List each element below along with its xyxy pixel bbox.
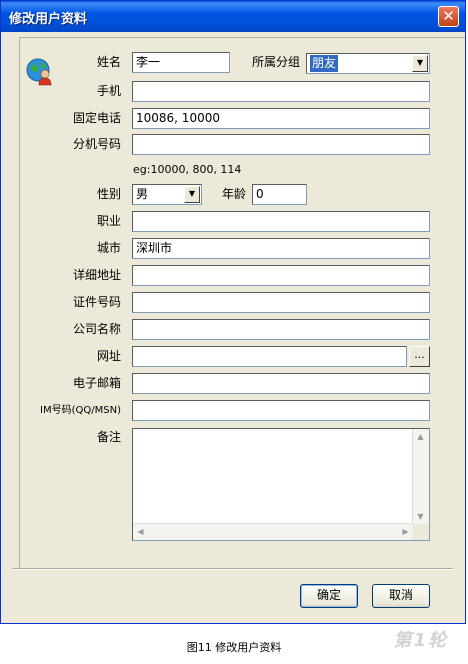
id-number-input[interactable]: [132, 292, 430, 313]
scroll-up-icon[interactable]: ▲: [413, 429, 428, 444]
scroll-left-icon[interactable]: ◀: [133, 524, 148, 539]
chevron-down-icon[interactable]: ▼: [184, 186, 200, 203]
city-value: 深圳市: [136, 241, 173, 255]
button-separator: [13, 568, 453, 570]
chevron-down-icon[interactable]: ▼: [412, 55, 428, 72]
gender-value: 男: [136, 187, 149, 201]
dialog-body: 姓名 李一 所属分组 朋友 ▼ 手机 固定电话 10086, 10000 分机号…: [4, 32, 465, 620]
im-input[interactable]: [132, 400, 430, 421]
notes-horizontal-scrollbar[interactable]: ◀ ▶: [133, 523, 413, 540]
job-input[interactable]: [132, 211, 430, 232]
address-input[interactable]: [132, 265, 430, 286]
notes-textarea[interactable]: ▲ ▼ ◀ ▶: [132, 428, 430, 541]
job-label: 职业: [96, 214, 121, 228]
notes-vertical-scrollbar[interactable]: ▲ ▼: [412, 429, 429, 524]
cancel-button[interactable]: 取消: [372, 584, 430, 608]
notes-label: 备注: [96, 430, 121, 444]
name-label: 姓名: [96, 55, 121, 69]
phone-value: 10086, 10000: [136, 111, 220, 125]
group-select[interactable]: 朋友 ▼: [306, 53, 430, 74]
city-label: 城市: [96, 241, 121, 255]
address-label: 详细地址: [72, 268, 121, 282]
mobile-input[interactable]: [132, 81, 430, 102]
dialog-title: 修改用户资料: [9, 12, 88, 27]
ok-button[interactable]: 确定: [300, 584, 358, 608]
name-value: 李一: [136, 55, 161, 69]
scroll-down-icon[interactable]: ▼: [413, 509, 428, 524]
scroll-right-icon[interactable]: ▶: [398, 524, 413, 539]
phone-input[interactable]: 10086, 10000: [132, 108, 430, 129]
group-label: 所属分组: [251, 55, 300, 69]
name-input[interactable]: 李一: [132, 52, 230, 73]
gender-label: 性别: [96, 187, 121, 201]
im-label: IM号码(QQ/MSN): [40, 405, 121, 416]
browse-button[interactable]: ...: [409, 346, 430, 367]
scrollbar-corner: [413, 524, 429, 540]
email-label: 电子邮箱: [72, 376, 121, 390]
email-input[interactable]: [132, 373, 430, 394]
website-label: 网址: [96, 349, 121, 363]
group-value: 朋友: [310, 55, 339, 72]
extension-label: 分机号码: [72, 137, 121, 151]
gender-select[interactable]: 男 ▼: [132, 184, 202, 205]
close-button[interactable]: ✕: [438, 6, 459, 27]
mobile-label: 手机: [96, 84, 121, 98]
city-input[interactable]: 深圳市: [132, 238, 430, 259]
title-bar[interactable]: 修改用户资料 ✕: [1, 1, 465, 32]
company-label: 公司名称: [72, 322, 121, 336]
id-number-label: 证件号码: [72, 295, 121, 309]
age-label: 年龄: [221, 187, 246, 201]
close-icon: ✕: [442, 7, 455, 25]
age-input[interactable]: 0: [252, 184, 307, 205]
company-input[interactable]: [132, 319, 430, 340]
website-input[interactable]: [132, 346, 407, 367]
edit-user-dialog: 修改用户资料 ✕ 姓名 李一 所属分组 朋友 ▼ 手机 固定电话 10086, …: [0, 0, 466, 624]
extension-hint: eg:10000, 800, 114: [133, 163, 242, 176]
phone-label: 固定电话: [72, 111, 121, 125]
watermark: 第1轮: [393, 630, 448, 651]
extension-input[interactable]: [132, 134, 430, 155]
age-value: 0: [256, 187, 264, 201]
